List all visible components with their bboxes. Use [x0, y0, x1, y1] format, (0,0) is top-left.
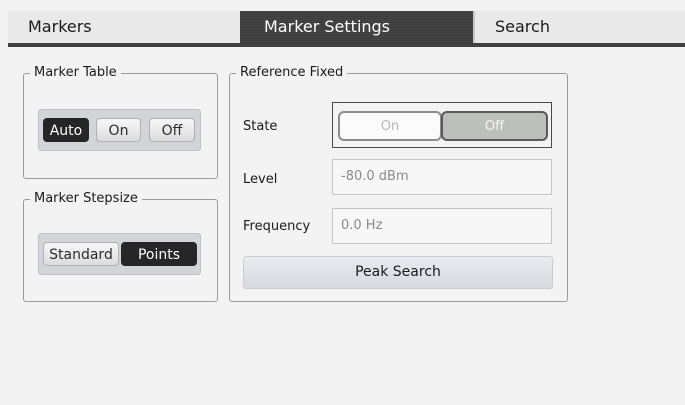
state-off-button[interactable]: Off — [441, 111, 548, 141]
tab-search[interactable]: Search — [473, 11, 685, 43]
peak-search-button[interactable]: Peak Search — [243, 256, 553, 289]
stepsize-points-button[interactable]: Points — [121, 242, 197, 266]
state-label: State — [243, 119, 278, 134]
marker-table-on-button[interactable]: On — [96, 118, 141, 142]
marker-table-title: Marker Table — [30, 64, 121, 82]
stepsize-standard-button[interactable]: Standard — [43, 242, 119, 266]
reference-fixed-title: Reference Fixed — [236, 64, 348, 82]
tab-marker-settings[interactable]: Marker Settings — [240, 11, 473, 43]
level-field[interactable]: -80.0 dBm — [332, 159, 552, 195]
marker-stepsize-selector: Standard Points — [38, 233, 201, 275]
frequency-field[interactable]: 0.0 Hz — [332, 208, 552, 244]
state-toggle: On Off — [332, 102, 552, 148]
marker-stepsize-group: Marker Stepsize Standard Points — [23, 190, 218, 302]
marker-table-selector: Auto On Off — [38, 109, 201, 151]
marker-stepsize-title: Marker Stepsize — [30, 190, 142, 208]
level-label: Level — [243, 172, 278, 187]
marker-table-auto-button[interactable]: Auto — [43, 118, 89, 142]
tab-bar: Markers Marker Settings Search — [8, 11, 685, 47]
tab-markers[interactable]: Markers — [16, 11, 248, 43]
state-on-button[interactable]: On — [338, 111, 442, 141]
frequency-label: Frequency — [243, 219, 311, 234]
marker-table-group: Marker Table Auto On Off — [23, 64, 218, 179]
marker-table-off-button[interactable]: Off — [149, 118, 195, 142]
